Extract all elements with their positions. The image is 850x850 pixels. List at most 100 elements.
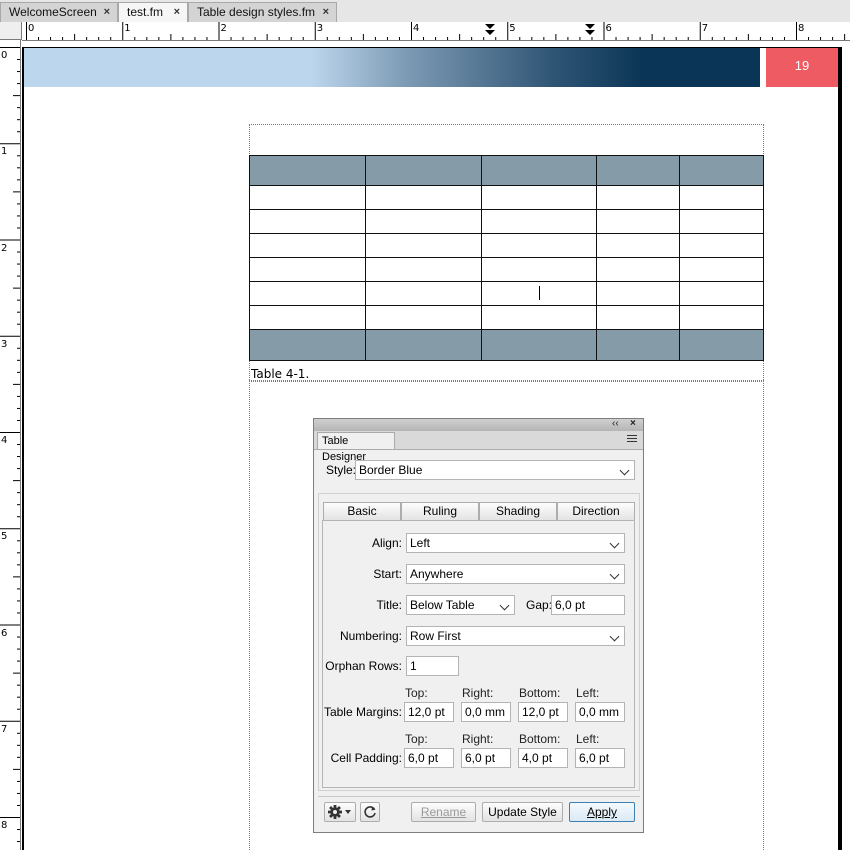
- padding-left-label: Left:: [576, 732, 600, 746]
- start-dropdown[interactable]: Anywhere: [406, 564, 625, 584]
- ruler-label: 5: [509, 23, 516, 34]
- table-cell[interactable]: [481, 257, 597, 282]
- tab-direction[interactable]: Direction: [557, 502, 635, 521]
- table-cell[interactable]: [481, 329, 597, 361]
- table-designer-panel[interactable]: ‹‹ × Table Designer Style: Border Blue B…: [313, 418, 644, 833]
- refresh-button[interactable]: [360, 802, 380, 822]
- panel-title-bar[interactable]: ‹‹ ×: [314, 418, 643, 431]
- settings-menu-button[interactable]: [324, 802, 356, 822]
- table-cell[interactable]: [249, 257, 366, 282]
- table-cell[interactable]: [249, 281, 366, 306]
- table-cell[interactable]: [481, 233, 597, 258]
- table-cell[interactable]: [679, 257, 764, 282]
- close-icon[interactable]: ×: [174, 3, 180, 22]
- table-cell[interactable]: [249, 233, 366, 258]
- title-position-dropdown[interactable]: Below Table: [406, 595, 515, 615]
- table-cell[interactable]: [596, 233, 680, 258]
- margin-top-input[interactable]: 12,0 pt: [404, 702, 454, 722]
- table-row[interactable]: [249, 185, 764, 210]
- padding-bottom-input[interactable]: 4,0 pt: [518, 748, 568, 768]
- margin-left-input[interactable]: 0,0 mm: [575, 702, 625, 722]
- tab-shading[interactable]: Shading: [479, 502, 557, 521]
- indent-marker-icon[interactable]: [484, 23, 496, 37]
- table-cell[interactable]: [249, 305, 366, 330]
- table-cell[interactable]: [596, 155, 680, 186]
- table-cell[interactable]: [249, 155, 366, 186]
- table-cell[interactable]: [481, 155, 597, 186]
- orphan-rows-input[interactable]: 1: [406, 656, 459, 676]
- table-cell[interactable]: [249, 185, 366, 210]
- panel-menu-icon[interactable]: [627, 435, 637, 444]
- collapse-icon[interactable]: ‹‹: [612, 418, 619, 429]
- style-dropdown[interactable]: Border Blue: [355, 460, 635, 480]
- table-cell[interactable]: [365, 155, 482, 186]
- margin-right-input[interactable]: 0,0 mm: [461, 702, 511, 722]
- horizontal-ruler[interactable]: 0 1 2 3 4 5 6 7 8: [22, 22, 850, 41]
- table-row[interactable]: [249, 281, 764, 306]
- close-icon[interactable]: ×: [323, 3, 329, 22]
- tab-label: Table design styles.fm: [197, 5, 316, 19]
- margin-bottom-input[interactable]: 12,0 pt: [518, 702, 568, 722]
- table-cell[interactable]: [365, 329, 482, 361]
- table-cell[interactable]: [249, 329, 366, 361]
- table-cell[interactable]: [679, 233, 764, 258]
- table-cell[interactable]: [679, 185, 764, 210]
- table-cell[interactable]: [481, 185, 597, 210]
- table-cell[interactable]: [679, 281, 764, 306]
- align-dropdown[interactable]: Left: [406, 533, 625, 553]
- rename-button[interactable]: Rename: [411, 802, 476, 822]
- update-style-button[interactable]: Update Style: [482, 802, 563, 822]
- tab-stop-marker-icon[interactable]: [584, 23, 596, 37]
- table-cell[interactable]: [365, 305, 482, 330]
- table-cell[interactable]: [365, 281, 482, 306]
- table-cell[interactable]: [679, 329, 764, 361]
- gap-label: Gap:: [526, 598, 553, 612]
- table-cell[interactable]: [365, 233, 482, 258]
- table-cell[interactable]: [596, 209, 680, 234]
- table-row[interactable]: [249, 209, 764, 234]
- table-cell[interactable]: [249, 209, 366, 234]
- close-icon[interactable]: ×: [104, 3, 110, 22]
- ruler-label: 6: [1, 627, 8, 639]
- tab-table-designer[interactable]: Table Designer: [317, 432, 395, 463]
- numbering-dropdown[interactable]: Row First: [406, 626, 625, 646]
- padding-right-input[interactable]: 6,0 pt: [461, 748, 511, 768]
- apply-button[interactable]: Apply: [569, 802, 635, 822]
- padding-top-input[interactable]: 6,0 pt: [404, 748, 454, 768]
- table-row[interactable]: [249, 257, 764, 282]
- table-cell[interactable]: [365, 257, 482, 282]
- chevron-down-icon: [499, 600, 510, 611]
- ruler-label: 1: [124, 23, 131, 34]
- table-row[interactable]: [249, 233, 764, 258]
- table-row[interactable]: [249, 305, 764, 330]
- table-cell[interactable]: [679, 155, 764, 186]
- document-table[interactable]: [249, 155, 764, 361]
- tab-basic[interactable]: Basic: [323, 502, 401, 521]
- title-position-value: Below Table: [410, 598, 475, 612]
- style-label: Style:: [326, 463, 357, 477]
- table-footer-row[interactable]: [249, 329, 764, 361]
- table-cell[interactable]: [679, 209, 764, 234]
- table-cell[interactable]: [596, 305, 680, 330]
- table-caption[interactable]: Table 4-1.: [251, 367, 309, 381]
- refresh-icon: [364, 806, 376, 818]
- close-icon[interactable]: ×: [630, 418, 636, 429]
- table-cell[interactable]: [596, 329, 680, 361]
- tab-welcomescreen[interactable]: WelcomeScreen ×: [0, 2, 118, 22]
- table-cell[interactable]: [679, 305, 764, 330]
- table-cell[interactable]: [365, 209, 482, 234]
- table-cell[interactable]: [596, 281, 680, 306]
- tab-test-fm[interactable]: test.fm ×: [118, 2, 188, 23]
- table-cell[interactable]: [481, 209, 597, 234]
- tab-ruling[interactable]: Ruling: [401, 502, 479, 521]
- ruler-label: 2: [1, 242, 8, 254]
- table-cell[interactable]: [481, 305, 597, 330]
- gap-input[interactable]: 6,0 pt: [551, 595, 625, 615]
- tab-table-design-styles[interactable]: Table design styles.fm ×: [188, 2, 337, 22]
- table-header-row[interactable]: [249, 155, 764, 186]
- vertical-ruler[interactable]: 0 1 2 3 4 5 6 7 8: [0, 40, 21, 850]
- padding-left-input[interactable]: 6,0 pt: [575, 748, 625, 768]
- table-cell[interactable]: [365, 185, 482, 210]
- table-cell[interactable]: [596, 257, 680, 282]
- table-cell[interactable]: [596, 185, 680, 210]
